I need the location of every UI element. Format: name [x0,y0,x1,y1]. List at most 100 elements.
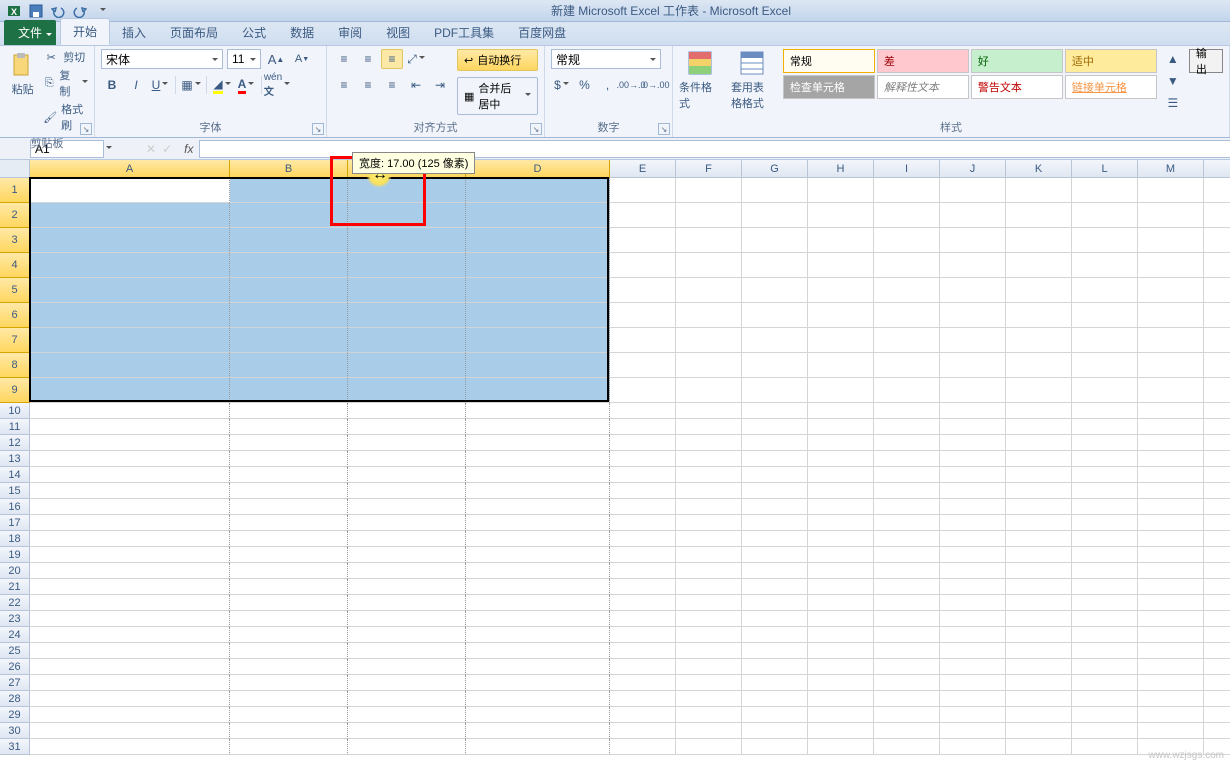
cell[interactable] [940,203,1006,228]
cell[interactable] [1204,659,1230,675]
cell[interactable] [1204,675,1230,691]
cell[interactable] [30,178,230,203]
cell[interactable] [348,483,466,499]
cell[interactable] [1072,547,1138,563]
row-header-23[interactable]: 23 [0,611,30,627]
cell[interactable] [1138,723,1204,739]
cell[interactable] [940,723,1006,739]
cell[interactable] [1006,451,1072,467]
cell[interactable] [230,675,348,691]
style-bad[interactable]: 差 [877,49,969,73]
cell[interactable] [742,691,808,707]
cell[interactable] [808,627,874,643]
row-header-12[interactable]: 12 [0,435,30,451]
cell[interactable] [808,675,874,691]
cell[interactable] [610,643,676,659]
cell[interactable] [808,203,874,228]
cell[interactable] [1072,228,1138,253]
cell[interactable] [1138,253,1204,278]
cell[interactable] [940,353,1006,378]
fx-icon[interactable]: fx [178,142,199,156]
row-header-14[interactable]: 14 [0,467,30,483]
cell[interactable] [1204,278,1230,303]
cell[interactable] [1138,531,1204,547]
cell[interactable] [742,253,808,278]
cell[interactable] [808,378,874,403]
cell[interactable] [1204,435,1230,451]
cell[interactable] [1138,515,1204,531]
cell[interactable] [676,228,742,253]
cell[interactable] [808,659,874,675]
cell[interactable] [348,178,466,203]
cell[interactable] [1006,643,1072,659]
cell[interactable] [466,435,610,451]
cell[interactable] [1204,451,1230,467]
cell[interactable] [348,739,466,755]
cell[interactable] [30,707,230,723]
cell[interactable] [466,739,610,755]
cell[interactable] [610,378,676,403]
col-header-G[interactable]: G [742,160,808,178]
cell[interactable] [742,178,808,203]
cell[interactable] [230,178,348,203]
cell[interactable] [1204,515,1230,531]
cell[interactable] [1006,419,1072,435]
cell[interactable] [1204,595,1230,611]
cell[interactable] [610,739,676,755]
cell[interactable] [1006,659,1072,675]
cell[interactable] [1072,328,1138,353]
cell[interactable] [940,515,1006,531]
cell[interactable] [348,467,466,483]
cell[interactable] [230,643,348,659]
row-header-2[interactable]: 2 [0,203,30,228]
cell[interactable] [1006,403,1072,419]
cell[interactable] [348,451,466,467]
cell[interactable] [676,547,742,563]
cell[interactable] [610,253,676,278]
cell[interactable] [676,595,742,611]
cell[interactable] [30,253,230,278]
cell[interactable] [230,467,348,483]
cell[interactable] [940,303,1006,328]
cell[interactable] [676,723,742,739]
cell[interactable] [940,595,1006,611]
cell[interactable] [30,203,230,228]
col-header-N[interactable]: N [1204,160,1230,178]
cell[interactable] [1006,328,1072,353]
cell[interactable] [230,579,348,595]
cell[interactable] [1204,378,1230,403]
cell[interactable] [348,378,466,403]
cell[interactable] [466,611,610,627]
cell[interactable] [230,547,348,563]
cell[interactable] [808,723,874,739]
cell[interactable] [610,451,676,467]
cell[interactable] [1006,499,1072,515]
cell[interactable] [742,723,808,739]
cell[interactable] [1138,659,1204,675]
font-color-button[interactable]: A [235,75,257,95]
cell[interactable] [742,228,808,253]
cell[interactable] [1006,611,1072,627]
cell[interactable] [1138,303,1204,328]
cell[interactable] [940,419,1006,435]
cell[interactable] [742,419,808,435]
cell[interactable] [808,531,874,547]
cell[interactable] [1138,675,1204,691]
cell[interactable] [676,178,742,203]
cell[interactable] [466,451,610,467]
row-header-19[interactable]: 19 [0,547,30,563]
row-header-6[interactable]: 6 [0,303,30,328]
cell[interactable] [676,739,742,755]
cell[interactable] [1204,531,1230,547]
cell[interactable] [30,531,230,547]
row-header-24[interactable]: 24 [0,627,30,643]
cell[interactable] [348,547,466,563]
cell[interactable] [874,579,940,595]
cell[interactable] [808,403,874,419]
cell[interactable] [742,403,808,419]
cell[interactable] [30,303,230,328]
cell[interactable] [610,467,676,483]
cell[interactable] [940,563,1006,579]
cell[interactable] [1138,547,1204,563]
cell[interactable] [676,451,742,467]
